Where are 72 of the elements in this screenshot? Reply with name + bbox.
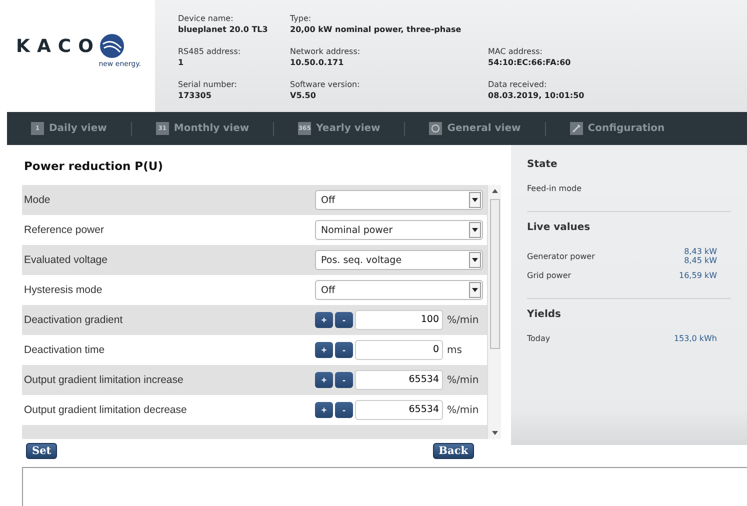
caret-icon <box>469 222 481 238</box>
status-value: 16,59 kW <box>679 271 717 280</box>
setting-label: Output gradient limitation decrease <box>24 404 188 416</box>
number-field[interactable]: 65534 <box>355 370 443 390</box>
caret-icon <box>469 192 481 208</box>
scrollbar[interactable] <box>487 185 501 439</box>
number-field[interactable]: 100 <box>355 310 443 330</box>
setting-label: Mode <box>24 194 52 206</box>
decrement-button[interactable]: - <box>335 312 353 328</box>
section-title: Yields <box>527 309 562 320</box>
info-value: V5.50 <box>290 90 317 101</box>
info-label: Software version: <box>290 79 361 90</box>
number-field[interactable]: 0 <box>355 340 443 360</box>
nav-link[interactable]: Configuration <box>546 122 689 136</box>
info-value: 08.03.2019, 10:01:50 <box>488 90 586 101</box>
info-label: Device name: <box>178 13 234 24</box>
scroll-up-icon[interactable] <box>492 189 498 193</box>
info-value: blueplanet 20.0 TL3 <box>178 24 269 35</box>
unit-label: %/min <box>447 374 479 386</box>
globe-icon <box>429 122 442 135</box>
number-field[interactable]: 65534 <box>355 400 443 420</box>
dropdown[interactable]: Pos. seq. voltage <box>315 250 483 270</box>
info-label: RS485 address: <box>178 46 242 57</box>
unit-label: %/min <box>447 314 479 326</box>
status-label: Today <box>527 334 550 343</box>
back-button[interactable]: Back <box>432 443 474 459</box>
setting-label: Evaluated voltage <box>24 254 108 266</box>
scroll-down-icon[interactable] <box>492 431 498 435</box>
status-label: Generator power <box>527 252 595 260</box>
section-title: Live values <box>527 222 592 233</box>
info-value: 54:10:EC:66:FA:60 <box>488 57 572 68</box>
info-label: Data received: <box>488 79 548 90</box>
increment-button[interactable]: + <box>315 372 333 388</box>
setting-label: Deactivation time <box>24 344 106 356</box>
decrement-button[interactable]: - <box>335 342 353 358</box>
dropdown[interactable]: Off <box>315 280 483 300</box>
dropdown[interactable]: Nominal power <box>315 220 483 240</box>
status-value: 8,43 kW <box>684 247 717 256</box>
logo-mark-icon <box>100 34 124 58</box>
nav-link[interactable]: General view <box>405 122 546 136</box>
info-label: Network address: <box>290 46 362 57</box>
unit-label: ms <box>447 344 462 356</box>
status-label: Feed-in mode <box>527 184 582 193</box>
info-label: Type: <box>290 13 312 24</box>
setting-label: Reference power <box>24 224 105 236</box>
decrement-button[interactable]: - <box>335 402 353 418</box>
decrement-button[interactable]: - <box>335 372 353 388</box>
status-label: Grid power <box>527 271 572 280</box>
setting-label: Deactivation gradient <box>24 314 124 326</box>
info-value: 20,00 kW nominal power, three-phase <box>290 24 462 35</box>
panel-title: Power reduction P(U) <box>23 159 164 175</box>
info-value: 10.50.0.171 <box>290 57 345 68</box>
set-button[interactable]: Set <box>26 443 58 459</box>
logo: KACO <box>16 34 155 58</box>
setting-label: Output gradient limitation increase <box>24 374 184 386</box>
section-title: State <box>527 159 558 170</box>
message-field[interactable] <box>22 467 747 506</box>
status-value: 153,0 kWh <box>674 334 717 343</box>
increment-button[interactable]: + <box>315 312 333 328</box>
info-value: 173305 <box>178 90 212 101</box>
caret-icon <box>469 252 481 268</box>
info-label: Serial number: <box>178 79 238 90</box>
unit-label: %/min <box>447 404 479 416</box>
caret-icon <box>469 282 481 298</box>
info-label: MAC address: <box>488 46 544 57</box>
status-value: 8,45 kW <box>684 256 717 265</box>
setting-label: Hysteresis mode <box>24 284 104 296</box>
increment-button[interactable]: + <box>315 342 333 358</box>
info-value: 1 <box>178 57 185 68</box>
increment-button[interactable]: + <box>315 402 333 418</box>
dropdown[interactable]: Off <box>315 190 483 210</box>
wrench-icon <box>570 122 583 135</box>
